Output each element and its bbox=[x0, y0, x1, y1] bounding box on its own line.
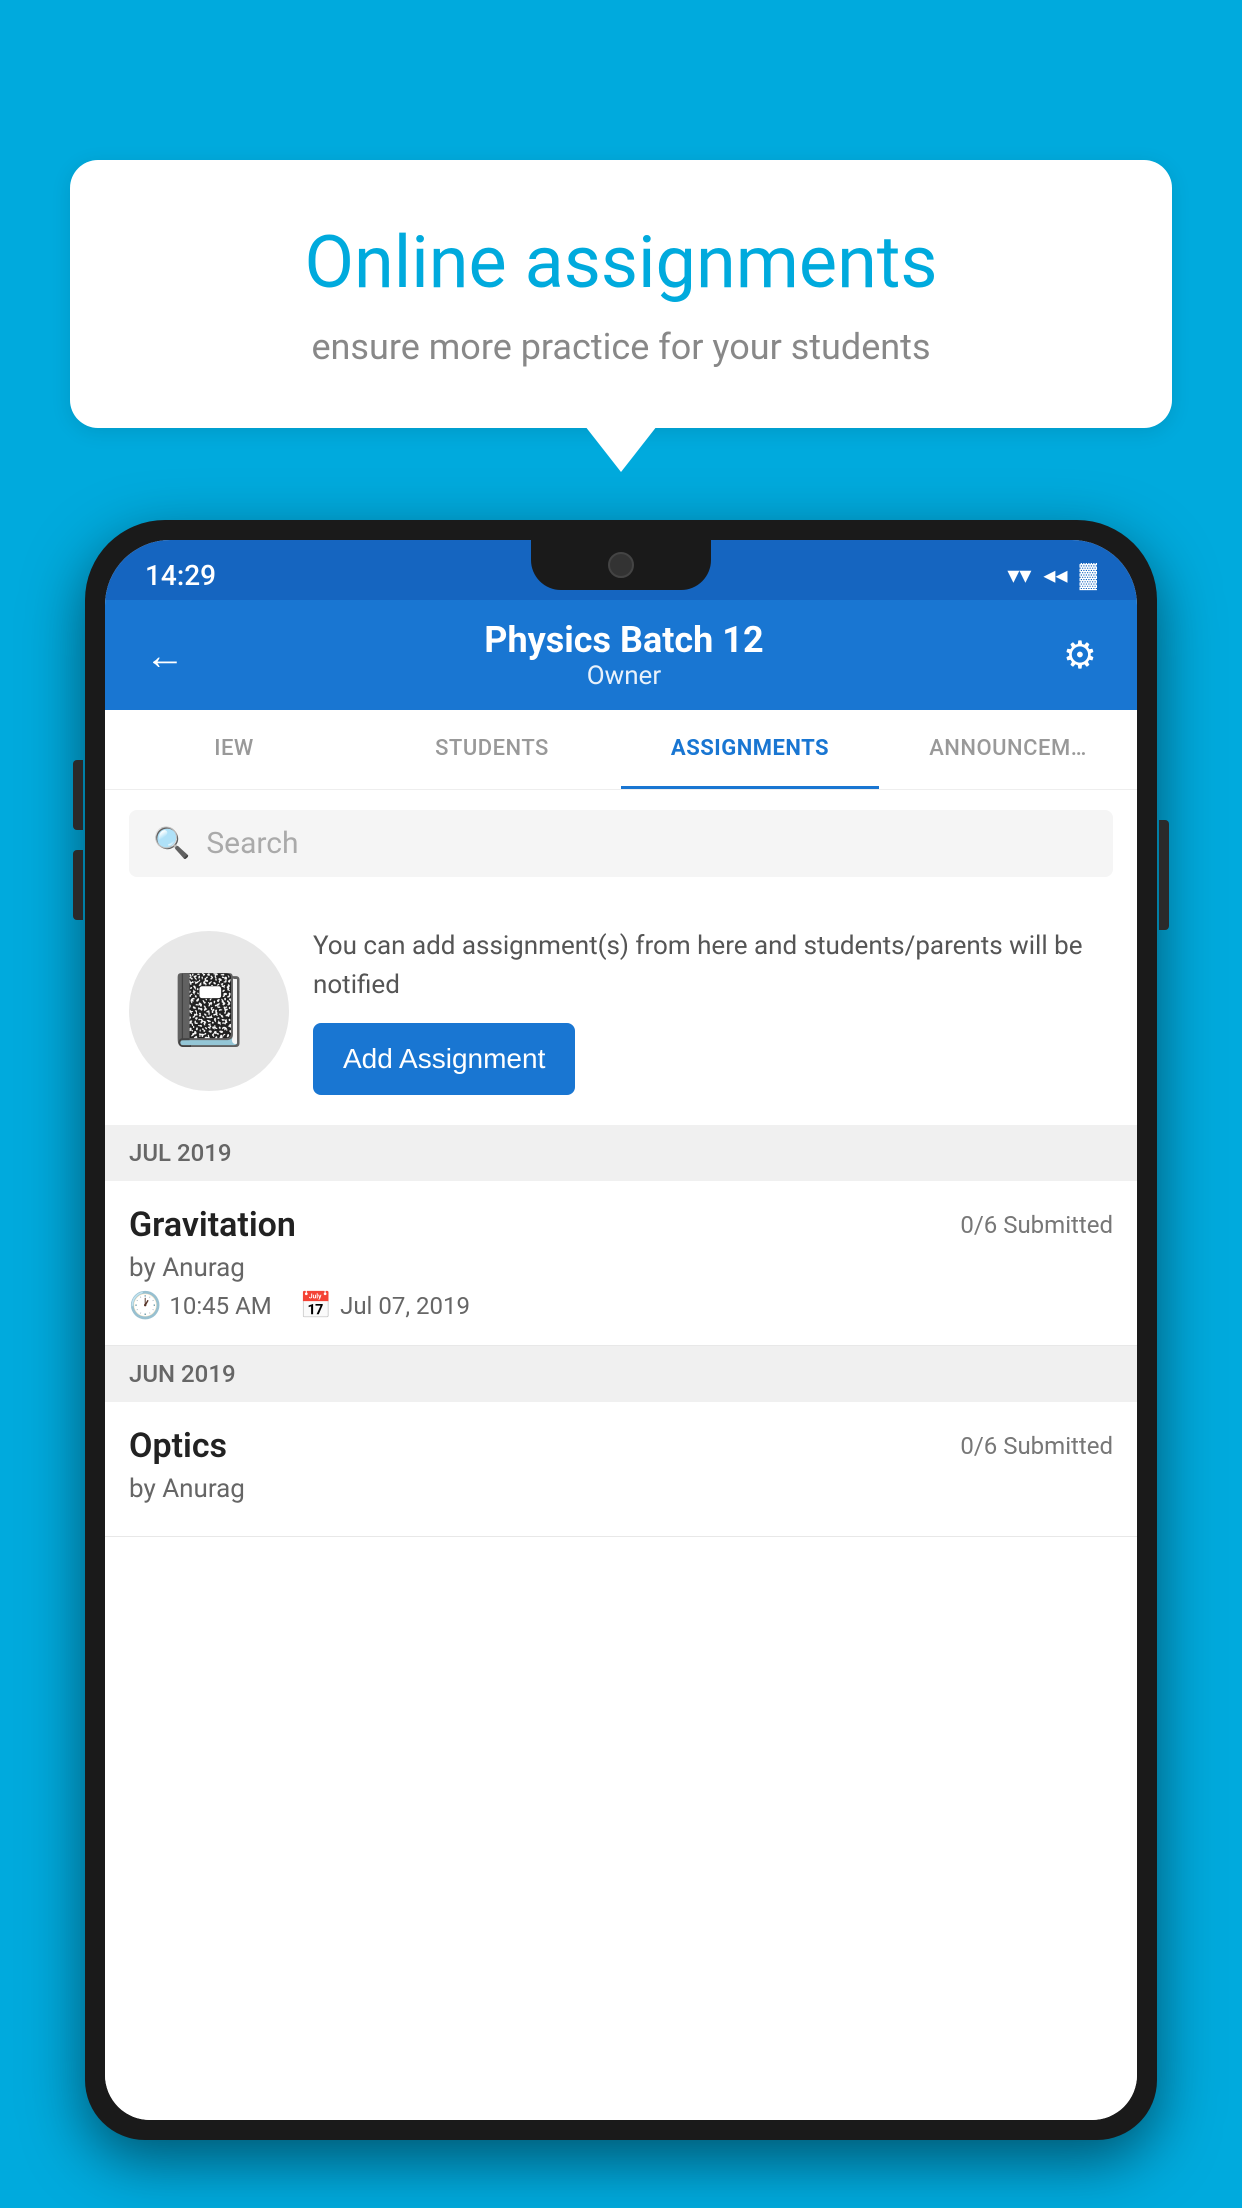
assignment-status: 0/6 Submitted bbox=[960, 1211, 1113, 1239]
tab-students[interactable]: STUDENTS bbox=[363, 710, 621, 789]
app-bar-subtitle: Owner bbox=[195, 661, 1053, 691]
app-bar-title: Physics Batch 12 bbox=[195, 619, 1053, 661]
assignment-item-gravitation[interactable]: Gravitation 0/6 Submitted by Anurag 🕐 10… bbox=[105, 1181, 1137, 1346]
assignment-title-optics: Optics bbox=[129, 1426, 227, 1466]
phone-notch bbox=[531, 540, 711, 590]
section-header-jun: JUN 2019 bbox=[105, 1346, 1137, 1402]
calendar-icon: 📅 bbox=[300, 1291, 332, 1321]
app-bar: ← Physics Batch 12 Owner ⚙ bbox=[105, 600, 1137, 710]
promo-icon-circle: 📓 bbox=[129, 931, 289, 1091]
wifi-icon: ▾▾ bbox=[1007, 561, 1031, 589]
content-area: 🔍 Search 📓 You can add assignment(s) fro… bbox=[105, 790, 1137, 2120]
tab-announcements[interactable]: ANNOUNCEM… bbox=[879, 710, 1137, 789]
phone-screen: 14:29 ▾▾ ◂◂ ▓ ← Physics Batch 12 Owner ⚙… bbox=[105, 540, 1137, 2120]
search-icon: 🔍 bbox=[153, 826, 190, 861]
search-container: 🔍 Search bbox=[105, 790, 1137, 897]
settings-button[interactable]: ⚙ bbox=[1053, 623, 1107, 688]
bubble-subtitle: ensure more practice for your students bbox=[140, 326, 1102, 368]
tab-assignments[interactable]: ASSIGNMENTS bbox=[621, 710, 879, 789]
app-bar-title-area: Physics Batch 12 Owner bbox=[195, 619, 1053, 691]
search-placeholder: Search bbox=[206, 826, 298, 861]
promo-description: You can add assignment(s) from here and … bbox=[313, 927, 1113, 1005]
volume-down-button bbox=[73, 850, 83, 920]
assignment-top-row-optics: Optics 0/6 Submitted bbox=[129, 1426, 1113, 1466]
assignment-item-optics[interactable]: Optics 0/6 Submitted by Anurag bbox=[105, 1402, 1137, 1537]
bubble-title: Online assignments bbox=[140, 220, 1102, 306]
assignment-title: Gravitation bbox=[129, 1205, 296, 1245]
notebook-icon: 📓 bbox=[165, 970, 252, 1052]
speech-bubble-section: Online assignments ensure more practice … bbox=[70, 160, 1172, 428]
speech-bubble: Online assignments ensure more practice … bbox=[70, 160, 1172, 428]
assignment-meta: 🕐 10:45 AM 📅 Jul 07, 2019 bbox=[129, 1291, 1113, 1321]
power-button bbox=[1159, 820, 1169, 930]
volume-up-button bbox=[73, 760, 83, 830]
tabs-bar: IEW STUDENTS ASSIGNMENTS ANNOUNCEM… bbox=[105, 710, 1137, 790]
assignment-time-value: 10:45 AM bbox=[169, 1292, 271, 1320]
add-assignment-button[interactable]: Add Assignment bbox=[313, 1023, 575, 1095]
promo-text-area: You can add assignment(s) from here and … bbox=[313, 927, 1113, 1095]
signal-icon: ◂◂ bbox=[1043, 561, 1067, 589]
battery-icon: ▓ bbox=[1080, 561, 1098, 590]
assignment-status-optics: 0/6 Submitted bbox=[960, 1432, 1113, 1460]
clock-icon: 🕐 bbox=[129, 1291, 161, 1321]
assignment-top-row: Gravitation 0/6 Submitted bbox=[129, 1205, 1113, 1245]
assignment-date: 📅 Jul 07, 2019 bbox=[300, 1291, 470, 1321]
assignment-date-value: Jul 07, 2019 bbox=[340, 1292, 470, 1320]
assignment-time: 🕐 10:45 AM bbox=[129, 1291, 272, 1321]
search-bar[interactable]: 🔍 Search bbox=[129, 810, 1113, 877]
assignment-author: by Anurag bbox=[129, 1253, 1113, 1283]
phone-mockup: 14:29 ▾▾ ◂◂ ▓ ← Physics Batch 12 Owner ⚙… bbox=[85, 520, 1157, 2208]
phone-outer: 14:29 ▾▾ ◂◂ ▓ ← Physics Batch 12 Owner ⚙… bbox=[85, 520, 1157, 2140]
promo-section: 📓 You can add assignment(s) from here an… bbox=[105, 897, 1137, 1125]
status-icons: ▾▾ ◂◂ ▓ bbox=[1007, 561, 1097, 590]
section-header-jul: JUL 2019 bbox=[105, 1125, 1137, 1181]
back-button[interactable]: ← bbox=[135, 622, 195, 689]
front-camera bbox=[608, 552, 634, 578]
tab-iew[interactable]: IEW bbox=[105, 710, 363, 789]
status-time: 14:29 bbox=[145, 559, 216, 592]
assignment-author-optics: by Anurag bbox=[129, 1474, 1113, 1504]
